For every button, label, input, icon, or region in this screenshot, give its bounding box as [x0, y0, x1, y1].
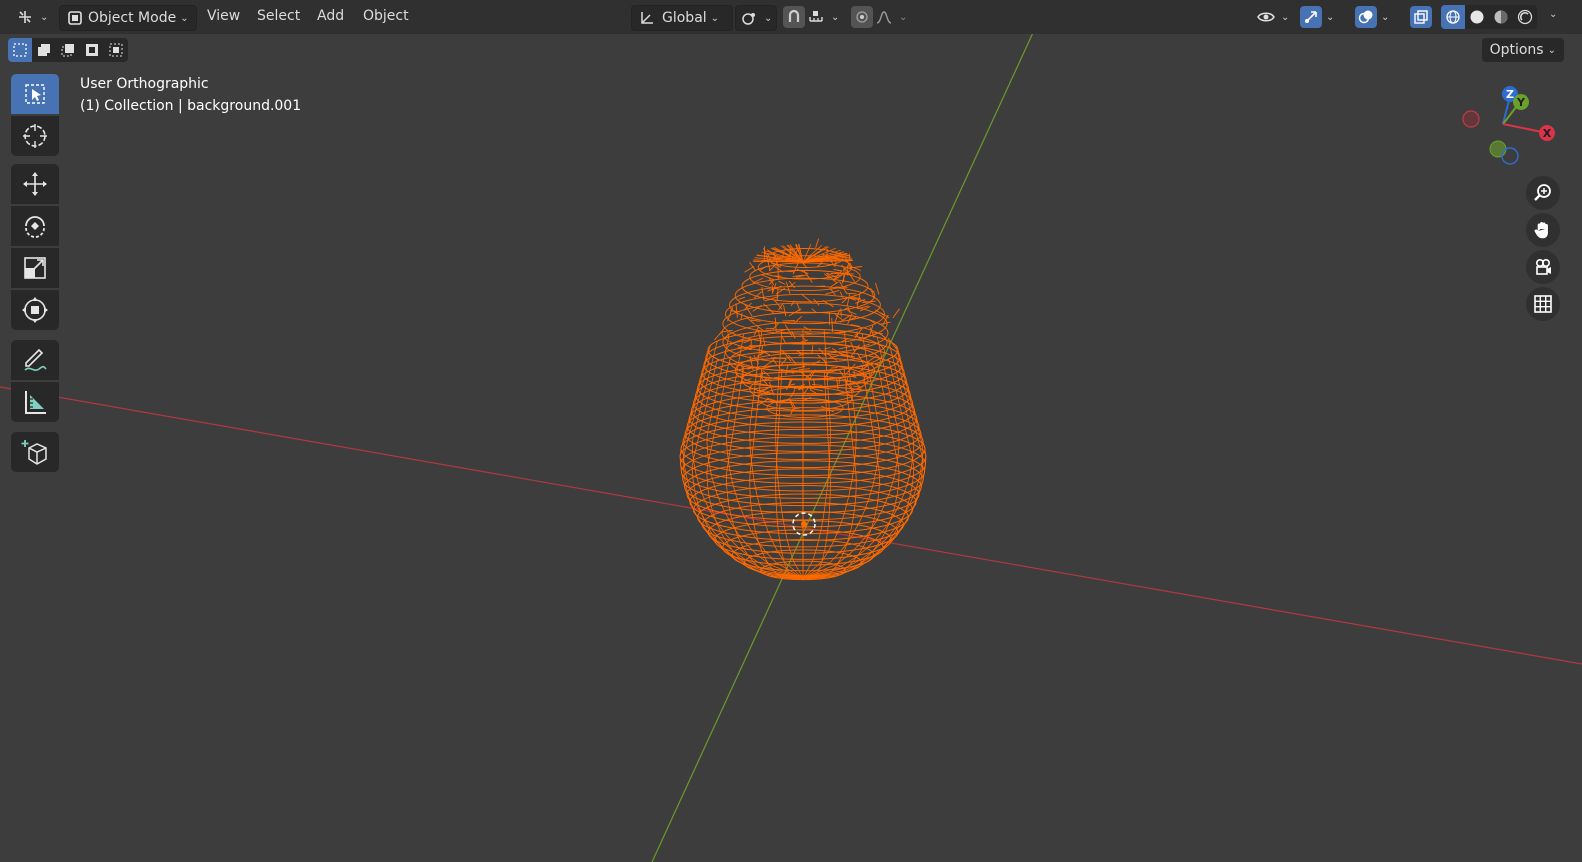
- snap-increment-icon[interactable]: [805, 6, 827, 28]
- editor-type-icon: [14, 6, 36, 28]
- select-new-icon[interactable]: [8, 38, 32, 62]
- x-axis-line: [0, 386, 1582, 665]
- navigation-gizmo[interactable]: Z Y X: [1454, 82, 1564, 172]
- overlays-toggle[interactable]: ⌄: [1355, 5, 1399, 29]
- z-axis-label: Z: [1506, 88, 1514, 101]
- selection-mode-bar: [8, 38, 128, 62]
- menu-select[interactable]: Select: [257, 8, 300, 24]
- xray-icon: [1410, 6, 1432, 28]
- material-shading-icon[interactable]: [1489, 5, 1513, 29]
- chevron-down-icon: ⌄: [40, 11, 49, 23]
- chevron-down-icon: ⌄: [1281, 11, 1290, 23]
- measure-tool[interactable]: [11, 382, 59, 422]
- pivot-point-dropdown[interactable]: ⌄: [735, 5, 777, 31]
- measure-ruler-icon: [25, 391, 46, 414]
- select-intersect-icon[interactable]: [104, 38, 128, 62]
- gizmo-icon: [1300, 6, 1322, 28]
- scale-tool[interactable]: [11, 248, 59, 288]
- camera-view-button[interactable]: [1526, 250, 1560, 284]
- zoom-icon: [1534, 184, 1551, 201]
- falloff-curve-icon[interactable]: [873, 6, 895, 28]
- rendered-shading-icon[interactable]: [1513, 5, 1537, 29]
- solid-shading-icon[interactable]: [1465, 5, 1489, 29]
- add-cube-icon: [21, 440, 47, 465]
- x-axis-label: X: [1543, 127, 1552, 140]
- chevron-down-icon: ⌄: [180, 12, 189, 24]
- scale-icon: [24, 257, 46, 279]
- chevron-down-icon: ⌄: [899, 11, 908, 23]
- projection-toggle-button[interactable]: [1526, 287, 1560, 321]
- annotate-pencil-icon: [24, 348, 47, 371]
- chevron-down-icon: ⌄: [1381, 11, 1390, 23]
- select-extend-icon[interactable]: [32, 38, 56, 62]
- header-bar: ⌄ Object Mode ⌄ View Select Add Object G…: [0, 0, 1582, 34]
- xray-toggle[interactable]: [1410, 5, 1434, 29]
- chevron-down-icon: ⌄: [1326, 11, 1335, 23]
- rotate-icon: [25, 216, 45, 238]
- visibility-dropdown[interactable]: ⌄: [1255, 5, 1295, 29]
- object-mode-icon: [64, 7, 86, 29]
- cursor-icon: [23, 124, 47, 148]
- rotate-tool[interactable]: [11, 206, 59, 246]
- options-dropdown[interactable]: Options ⌄: [1481, 38, 1564, 62]
- cursor-tool[interactable]: [11, 116, 59, 156]
- view-name: User Orthographic: [80, 76, 209, 92]
- chevron-down-icon: ⌄: [764, 12, 773, 24]
- pivot-point-icon: [738, 7, 760, 29]
- select-box-icon: [25, 84, 45, 104]
- eye-icon: [1255, 6, 1277, 28]
- move-icon: [23, 172, 47, 196]
- menu-view[interactable]: View: [207, 8, 240, 24]
- 3d-viewport[interactable]: [0, 0, 1582, 862]
- mode-label: Object Mode: [88, 10, 177, 26]
- move-tool[interactable]: [11, 164, 59, 204]
- orientation-label: Global: [662, 10, 707, 26]
- shading-mode-selector[interactable]: [1441, 5, 1537, 29]
- grid-icon: [1534, 295, 1552, 313]
- wireframe-shading-icon[interactable]: [1441, 5, 1465, 29]
- select-box-tool[interactable]: [11, 74, 59, 114]
- orientation-axes-icon: [636, 7, 658, 29]
- transform-icon: [22, 297, 48, 323]
- mode-dropdown[interactable]: Object Mode ⌄: [59, 5, 197, 31]
- pan-button[interactable]: [1526, 213, 1560, 247]
- options-label: Options: [1489, 42, 1544, 58]
- menu-add[interactable]: Add: [317, 8, 344, 24]
- neg-z-axis-icon[interactable]: [1501, 147, 1519, 165]
- gizmo-toggle[interactable]: ⌄: [1300, 5, 1344, 29]
- add-cube-tool[interactable]: [11, 432, 59, 472]
- snapping-controls[interactable]: ⌄: [781, 5, 847, 29]
- chevron-down-icon: ⌄: [710, 12, 720, 24]
- neg-y-axis-icon[interactable]: [1489, 140, 1507, 158]
- neg-x-axis-icon[interactable]: [1462, 110, 1480, 128]
- chevron-down-icon: ⌄: [1547, 44, 1556, 56]
- wireframe-object[interactable]: [679, 238, 927, 581]
- transform-tool[interactable]: [11, 290, 59, 330]
- zoom-button[interactable]: [1526, 176, 1560, 210]
- hand-icon: [1534, 222, 1548, 239]
- camera-icon: [1535, 258, 1551, 275]
- chevron-down-icon: ⌄: [831, 11, 840, 23]
- transform-orientation-dropdown[interactable]: Global ⌄: [631, 5, 733, 31]
- collection-label: (1) Collection | background.001: [80, 98, 302, 114]
- annotate-tool[interactable]: [11, 340, 59, 380]
- proportional-edit-icon[interactable]: [851, 6, 873, 28]
- overlays-icon: [1355, 6, 1377, 28]
- proportional-editing-controls[interactable]: ⌄: [851, 5, 917, 29]
- shading-options-chevron-icon[interactable]: ⌄: [1549, 9, 1557, 20]
- select-invert-icon[interactable]: [80, 38, 104, 62]
- snap-magnet-icon[interactable]: [783, 6, 805, 28]
- menu-object[interactable]: Object: [363, 8, 409, 24]
- editor-type-button[interactable]: ⌄: [14, 5, 48, 29]
- select-subtract-icon[interactable]: [56, 38, 80, 62]
- y-axis-label: Y: [1516, 96, 1526, 109]
